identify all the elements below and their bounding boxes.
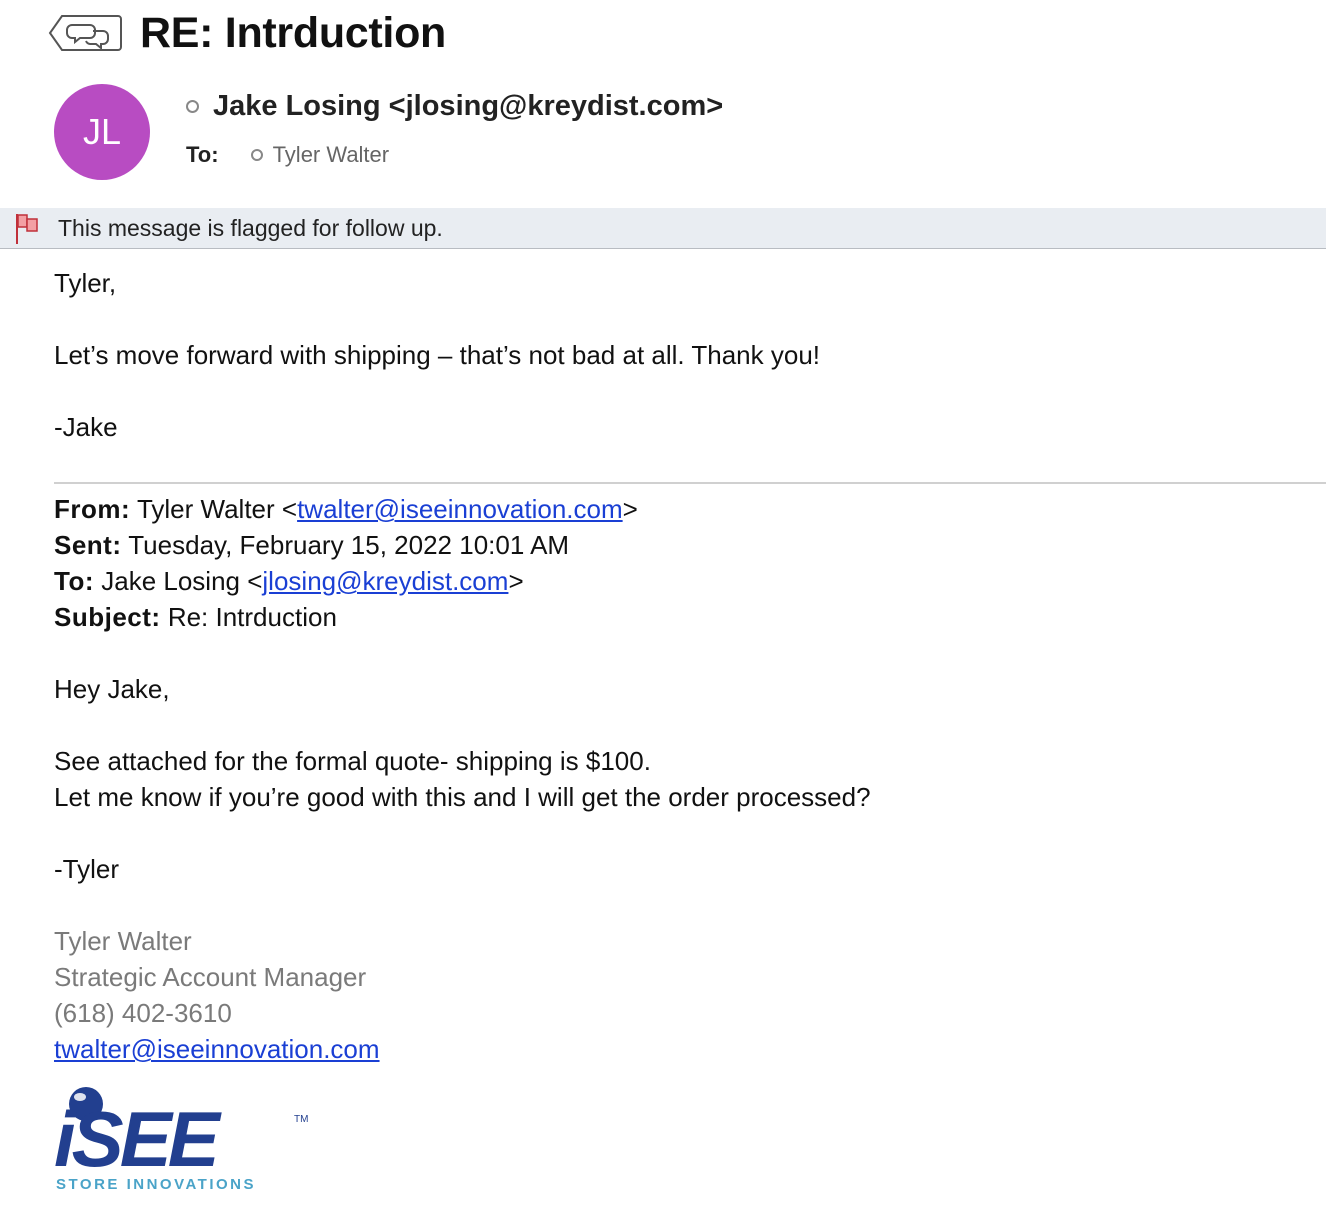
quoted-from-close: > [622,494,638,524]
presence-status-icon [186,100,199,113]
quoted-to-name: Jake Losing < [101,566,263,596]
quote-divider [54,482,1326,484]
quoted-subject-value: Re: Intrduction [167,602,337,632]
quoted-sent-label: Sent: [54,530,122,560]
isee-logo: iSEE TM STORE INNOVATIONS [54,1087,308,1193]
avatar-initials: JL [82,111,122,152]
sender-name[interactable]: Jake Losing <jlosing@kreydist.com> [213,90,723,123]
body-signoff: -Jake [54,412,118,442]
signature-email-link[interactable]: twalter@iseeinnovation.com [54,1034,380,1064]
recipient-row: To: Tyler Walter [186,142,389,168]
quoted-greeting: Hey Jake, [54,674,170,704]
quoted-from-name: Tyler Walter < [136,494,298,524]
flag-message: This message is flagged for follow up. [58,214,443,241]
conversation-icon[interactable] [48,13,122,53]
sender-row: Jake Losing <jlosing@kreydist.com> [186,90,723,123]
quoted-body-line: Let me know if you’re good with this and… [54,782,871,812]
flag-infobar: This message is flagged for follow up. [0,208,1326,249]
sender-avatar[interactable]: JL [54,84,150,180]
email-subject-title: RE: Intrduction [140,8,447,57]
quoted-subject-label: Subject: [54,602,161,632]
subject-row: RE: Intrduction [48,8,446,58]
quoted-from-email-link[interactable]: twalter@iseeinnovation.com [297,494,623,524]
quoted-subject-row: Subject: Re: Intrduction [54,602,337,633]
presence-status-icon [250,149,263,161]
quoted-to-row: To: Jake Losing <jlosing@kreydist.com> [54,566,524,597]
logo-brand: iSEE [54,1095,222,1183]
signature-name: Tyler Walter [54,926,192,956]
flag-icon [16,214,38,244]
quoted-to-label: To: [54,566,94,596]
signature-title: Strategic Account Manager [54,962,367,992]
quoted-from-label: From: [54,494,131,524]
logo-tagline: STORE INNOVATIONS [56,1176,256,1193]
recipient-name[interactable]: Tyler Walter [273,142,390,168]
quoted-to-close: > [508,566,524,596]
quoted-body-line: See attached for the formal quote- shipp… [54,746,651,776]
body-line: Let’s move forward with shipping – that’… [54,340,821,370]
to-label: To: [186,142,219,167]
signature-email-row: twalter@iseeinnovation.com [54,1034,380,1065]
quoted-sent-value: Tuesday, February 15, 2022 10:01 AM [128,530,570,560]
quoted-sent-row: Sent: Tuesday, February 15, 2022 10:01 A… [54,530,569,561]
quoted-signoff: -Tyler [54,854,119,884]
quoted-to-email-link[interactable]: jlosing@kreydist.com [262,566,508,596]
quoted-from-row: From: Tyler Walter <twalter@iseeinnovati… [54,494,638,525]
logo-tm: TM [294,1114,308,1125]
body-greeting: Tyler, [54,268,117,298]
signature-phone: (618) 402-3610 [54,998,232,1028]
